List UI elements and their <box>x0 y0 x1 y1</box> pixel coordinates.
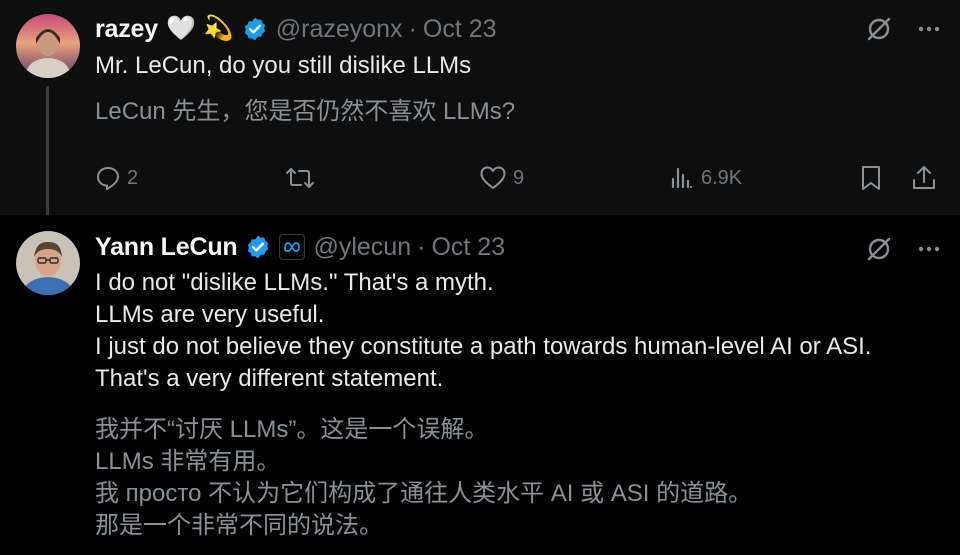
tweet-text-chinese: LeCun 先生，您是否仍然不喜欢 LLMs? <box>95 98 516 125</box>
grok-icon[interactable] <box>864 234 894 264</box>
views-button[interactable]: 6.9K <box>669 165 859 191</box>
verified-badge-icon[interactable] <box>245 234 271 260</box>
retweet-button[interactable] <box>285 165 479 191</box>
tweet-text-english: Mr. LeCun, do you still dislike LLMs <box>95 52 472 79</box>
bookmark-button[interactable] <box>859 164 911 192</box>
separator-dot: · <box>417 232 426 261</box>
reply-count: 2 <box>127 166 139 189</box>
tweet-date[interactable]: Oct 23 <box>431 233 505 262</box>
tweet-date[interactable]: Oct 23 <box>423 15 497 44</box>
meta-affiliation-icon[interactable] <box>279 234 306 260</box>
author-handle[interactable]: @razeyonx <box>276 15 403 44</box>
thread-connector-line <box>46 86 49 222</box>
tweet-text-english: I do not "dislike LLMs." That's a myth. … <box>95 269 872 392</box>
author-handle[interactable]: @ylecun <box>313 233 411 262</box>
tweet-text-chinese: 我并不“讨厌 LLMs”。这是一个误解。 LLMs 非常有用。 我 просто… <box>95 416 753 539</box>
tweet-action-bar: 2 9 6.9K <box>95 163 945 193</box>
separator-dot: · <box>408 14 417 43</box>
tweet-razey[interactable]: razey 🤍 💫 @razeyonx · Oct 23 Mr. LeCun, … <box>0 0 960 222</box>
share-icon <box>911 164 937 192</box>
avatar[interactable] <box>16 231 80 295</box>
tweet-header: razey 🤍 💫 @razeyonx · Oct 23 <box>95 12 497 46</box>
reply-button[interactable]: 2 <box>95 165 285 191</box>
share-button[interactable] <box>911 164 937 192</box>
tweet-header: Yann LeCun @ylecun · Oct 23 <box>95 230 505 264</box>
author-name[interactable]: razey <box>95 15 158 44</box>
avatar[interactable] <box>16 14 80 78</box>
more-icon[interactable] <box>916 16 942 42</box>
verified-badge-icon[interactable] <box>242 16 268 42</box>
bookmark-icon <box>859 164 883 192</box>
author-name[interactable]: Yann LeCun <box>95 233 238 262</box>
views-icon <box>669 165 695 191</box>
reply-icon <box>95 165 121 191</box>
retweet-icon <box>285 165 315 191</box>
tweet-yann-lecun[interactable]: Yann LeCun @ylecun · Oct 23 I do not "di… <box>0 215 960 555</box>
like-count: 9 <box>513 166 525 189</box>
like-icon <box>479 165 507 191</box>
tweet-top-actions <box>864 14 942 44</box>
grok-icon[interactable] <box>864 14 894 44</box>
tweet-top-actions <box>864 234 942 264</box>
like-button[interactable]: 9 <box>479 165 669 191</box>
more-icon[interactable] <box>916 236 942 262</box>
conversation-thread: razey 🤍 💫 @razeyonx · Oct 23 Mr. LeCun, … <box>0 0 960 555</box>
view-count: 6.9K <box>701 166 743 189</box>
white-heart-emoji: 🤍 <box>165 15 196 42</box>
dizzy-star-emoji: 💫 <box>203 15 234 42</box>
